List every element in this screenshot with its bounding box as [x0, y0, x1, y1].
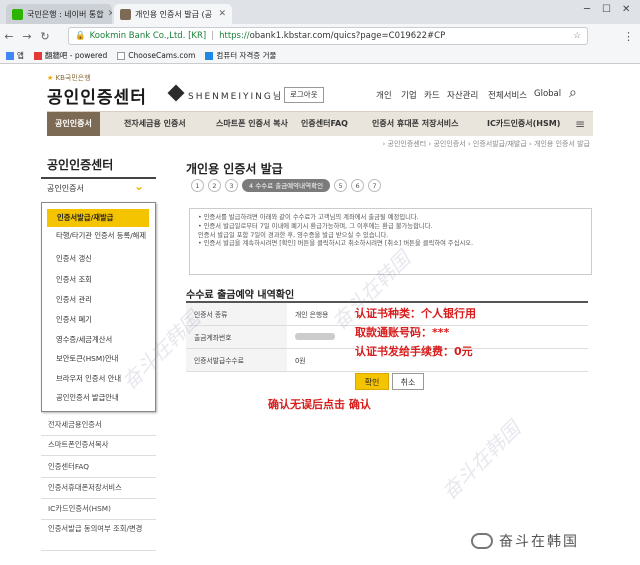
close-icon[interactable]: ✕ [108, 9, 112, 19]
bookmark-star-icon[interactable]: ☆ [573, 31, 581, 41]
chevron-down-icon[interactable]: ⌄ [134, 179, 144, 193]
confirm-button[interactable]: 확인 [355, 373, 389, 390]
gnb-faq[interactable]: 인증센터FAQ [301, 112, 348, 136]
page-icon [117, 51, 126, 60]
bookmark-icon [33, 51, 42, 60]
wechat-icon [471, 533, 493, 549]
bookmark-item[interactable]: ChooseCams.com [117, 51, 195, 60]
topnav-business[interactable]: 기업 [401, 89, 417, 101]
browser-toolbar: ← → ↻ 🔒 Kookmin Bank Co.,Ltd. [KR] | htt… [0, 24, 640, 48]
gnb-certificate[interactable]: 공인인증서 [47, 112, 100, 136]
window-close-icon[interactable]: ✕ [622, 4, 630, 15]
dropdown-item-receipt[interactable]: 영수증/세금계산서 [42, 335, 155, 345]
step-7: 7 [368, 179, 382, 192]
brand-text: 奋斗在韩国 [499, 534, 579, 550]
step-1: 1 [191, 179, 204, 192]
browser-tab-active[interactable]: 개인용 인증서 발급 (공 ✕ [114, 4, 232, 24]
sidebar-item-consent[interactable]: 인증서발급 동의여부 조회/변경 [41, 523, 156, 551]
wechat-brand: 奋斗在韩国 [471, 531, 579, 551]
row-key: 인증서발급수수료 [186, 348, 287, 372]
notice-line: • 인증서를 발급하려면 아래와 같이 수수료가 고객님의 계좌에서 출금될 예… [198, 214, 419, 221]
row-value-blurred [287, 325, 363, 349]
page-title: 개인용 인증서 발급 [186, 162, 283, 176]
dropdown-item-guide[interactable]: 공인인증서 발급안내 [42, 393, 155, 403]
minimize-icon[interactable]: ─ [584, 4, 590, 15]
cancel-button[interactable]: 취소 [392, 373, 424, 390]
kb-site: ★ KB국민은행 공인인증센터 SHENMEIYING님 로그아웃 개인 기업 … [0, 65, 640, 565]
bookmark-apps[interactable]: 앱 [6, 50, 24, 61]
dropdown-item-issue[interactable]: 인증서발급/재발급 [47, 209, 149, 227]
browser-tab[interactable]: 국민은행 : 네이버 통합 ✕ [6, 4, 112, 24]
sidebar-selected[interactable]: 공인인증서 [47, 183, 84, 194]
apps-icon [6, 51, 14, 60]
maximize-icon[interactable]: ☐ [602, 4, 611, 15]
url-scheme: https:// [219, 31, 250, 41]
search-icon[interactable]: ⌕ [569, 85, 577, 101]
sidebar-title: 공인인증센터 [47, 158, 114, 172]
gnb-phone-storage[interactable]: 인증서 휴대폰 저장서비스 [372, 112, 459, 136]
gnb-smartphone-copy[interactable]: 스마트폰 인증서 복사 [216, 112, 288, 136]
sidebar-item-faq[interactable]: 인증센터FAQ [41, 461, 156, 478]
step-6: 6 [351, 179, 365, 192]
topnav-asset[interactable]: 자산관리 [447, 89, 478, 101]
topnav-personal[interactable]: 개인 [376, 89, 392, 101]
gnb-tax-certificate[interactable]: 전자세금용 인증서 [124, 112, 186, 136]
sidebar-item-ic-card[interactable]: IC카드인증서(HSM) [41, 503, 156, 520]
section-title: 수수료 출금예약 내역확인 [186, 290, 295, 301]
topnav-all-services[interactable]: 전체서비스 [488, 89, 527, 101]
annotation-instruction: 确认无误后点击 确认 [268, 398, 371, 411]
logout-button[interactable]: 로그아웃 [284, 87, 324, 103]
dropdown-item-revoke[interactable]: 인증서 폐기 [42, 315, 155, 325]
close-icon[interactable]: ✕ [218, 9, 226, 19]
topnav-global[interactable]: Global [534, 89, 561, 99]
annotation-type: 认证书种类：个人银行用 [355, 307, 476, 320]
step-4-current: 4 수수료 출금예약내역확인 [242, 179, 331, 192]
dropdown-item-renew[interactable]: 인증서 갱신 [42, 254, 155, 264]
step-3: 3 [225, 179, 238, 192]
site-title[interactable]: 공인인증센터 [47, 83, 147, 108]
bookmark-item[interactable]: 翻牆吧 - powered [33, 50, 107, 61]
breadcrumb: › 공인인증센터 › 공인인증서 › 인증서발급/재발급 › 개인용 인증서 발… [382, 140, 590, 148]
reload-icon[interactable]: ↻ [36, 30, 54, 43]
notice-line: • 인증서 발급일로부터 7일 이내에 폐기시 환급가능하며, 그 이후에는 환… [198, 222, 433, 230]
row-key: 출금계좌번호 [186, 325, 287, 349]
sidebar-item-tax[interactable]: 전자세금용인증서 [41, 419, 156, 436]
user-name: SHENMEIYING님 [188, 92, 284, 102]
annotation-fee: 认证书发给手续费：0元 [355, 345, 473, 358]
step-2: 2 [208, 179, 221, 192]
browser-menu-icon[interactable]: ⋮ [623, 30, 634, 43]
menu-icon[interactable]: ≡ [575, 117, 585, 131]
row-value: 0원 [287, 348, 363, 372]
sidebar-item-phone-storage[interactable]: 인증서휴대폰저장서비스 [41, 482, 156, 499]
global-nav: 공인인증서 전자세금용 인증서 스마트폰 인증서 복사 인증센터FAQ 인증서 … [47, 111, 593, 136]
step-indicator: 1 2 3 4 수수료 출금예약내역확인 5 6 7 [191, 179, 382, 192]
browser-tab-bar: 국민은행 : 네이버 통합 ✕ 개인용 인증서 발급 (공 ✕ ─ ☐ ✕ [0, 0, 640, 24]
forward-icon[interactable]: → [18, 30, 36, 43]
dropdown-item-register[interactable]: 타행/타기관 인증서 등록/해제 [42, 231, 155, 241]
tab-title: 개인용 인증서 발급 (공 [135, 9, 212, 19]
watermark: 奋斗在韩国 [437, 416, 525, 505]
kb-favicon-icon [120, 8, 131, 20]
url-path: obank1.kbstar.com/quics?page=C019622#CP [249, 31, 446, 41]
address-bar[interactable]: 🔒 Kookmin Bank Co.,Ltd. [KR] | https:// … [68, 27, 588, 45]
back-icon[interactable]: ← [0, 30, 18, 43]
naver-favicon-icon [12, 8, 23, 20]
dropdown-item-manage[interactable]: 인증서 관리 [42, 295, 155, 305]
gnb-ic-card[interactable]: IC카드인증서(HSM) [487, 112, 560, 136]
site-identity: Kookmin Bank Co.,Ltd. [KR] [89, 31, 207, 41]
step-5: 5 [334, 179, 348, 192]
bookmarks-bar: 앱 翻牆吧 - powered ChooseCams.com 컴퓨터 자격증 거… [0, 48, 640, 64]
annotation-account: 取款通账号码：*** [355, 326, 450, 339]
kb-logo[interactable]: ★ KB국민은행 [47, 73, 91, 83]
tab-title: 국민은행 : 네이버 통합 [27, 9, 104, 19]
sidebar-item-smartphone[interactable]: 스마트폰인증서복사 [41, 439, 156, 456]
blurred-account [295, 332, 335, 340]
gsc-icon [205, 51, 214, 60]
dropdown-item-lookup[interactable]: 인증서 조회 [42, 275, 155, 285]
topnav-card[interactable]: 카드 [424, 89, 440, 101]
user-badge-icon [167, 84, 185, 102]
lock-icon: 🔒 [75, 31, 86, 41]
bookmark-item[interactable]: 컴퓨터 자격증 거물 [205, 50, 276, 61]
